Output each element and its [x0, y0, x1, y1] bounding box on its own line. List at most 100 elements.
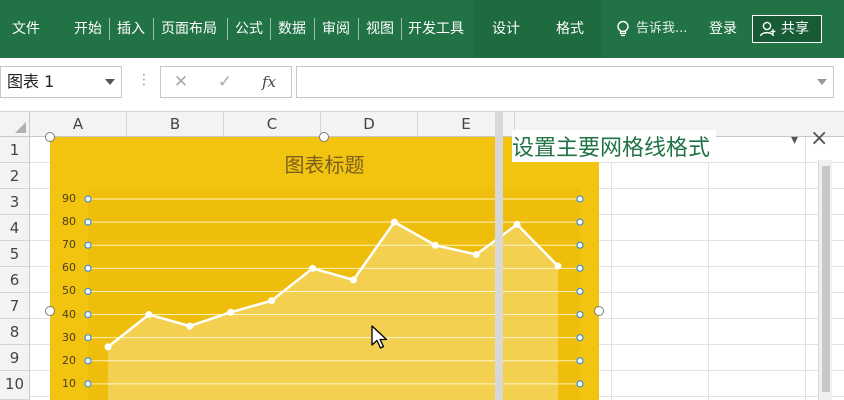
y-tick-label: 70: [62, 238, 76, 252]
gridline-selection-handle: [84, 357, 92, 365]
row-header-10[interactable]: 10: [0, 371, 30, 400]
data-point[interactable]: [186, 322, 194, 330]
gridline-selection-handle: [576, 287, 584, 296]
pane-close-icon[interactable]: ×: [810, 126, 828, 151]
y-tick-label: 40: [62, 307, 76, 321]
scrollbar-thumb[interactable]: [822, 166, 830, 392]
share-button[interactable]: 共享: [752, 15, 822, 43]
data-point[interactable]: [554, 262, 562, 270]
tab-data[interactable]: 数据: [278, 0, 306, 58]
tab-separator: [314, 18, 315, 40]
data-point[interactable]: [145, 311, 153, 319]
tab-insert[interactable]: 插入: [117, 0, 145, 58]
mouse-pointer-icon: [371, 325, 388, 349]
chevron-down-icon[interactable]: [105, 79, 115, 85]
tab-separator: [358, 18, 359, 40]
gridline-selection-handle: [576, 357, 584, 365]
resize-handle-top[interactable]: [319, 132, 329, 142]
gridline-selection-handle: [84, 287, 92, 296]
y-tick-label: 10: [62, 376, 76, 390]
data-point[interactable]: [349, 276, 357, 284]
row-header-2[interactable]: 2: [0, 163, 30, 189]
data-point[interactable]: [472, 250, 480, 258]
tab-page-layout[interactable]: 页面布局: [161, 0, 217, 58]
share-label: 共享: [781, 21, 809, 37]
lightbulb-icon: [617, 20, 629, 37]
gridline-selection-handle: [84, 264, 92, 272]
row-header-7[interactable]: 7: [0, 293, 30, 319]
gridline-selection-handle: [576, 334, 584, 342]
tell-me-search[interactable]: 告诉我...: [614, 0, 696, 58]
tell-me-label: 告诉我...: [636, 21, 688, 36]
cancel-button[interactable]: ✕: [170, 70, 192, 94]
column-header-d[interactable]: D: [321, 112, 418, 137]
resize-handle-right[interactable]: [594, 306, 604, 316]
row-header-3[interactable]: 3: [0, 189, 30, 215]
y-tick-label: 20: [62, 353, 76, 367]
gridline-selection-handle: [576, 310, 584, 319]
tab-separator: [401, 18, 402, 40]
ribbon-tab-bar: 文件 开始 插入 页面布局 公式 数据 审阅 视图 开发工具 设计 格式 告诉我…: [0, 0, 844, 58]
tab-developer[interactable]: 开发工具: [408, 0, 464, 58]
vertical-scrollbar[interactable]: [818, 160, 832, 400]
corner-triangle-icon: [15, 122, 26, 133]
chart-area[interactable]: 图表标题 10 20 30 40 50 60 70 80 90: [50, 137, 599, 400]
tab-view[interactable]: 视图: [366, 0, 394, 58]
expand-formula-icon[interactable]: [817, 79, 827, 85]
data-point[interactable]: [227, 308, 235, 316]
column-header-a[interactable]: A: [30, 112, 127, 137]
select-all-button[interactable]: [0, 112, 30, 137]
column-header-c[interactable]: C: [224, 112, 321, 137]
resize-handle-top-left[interactable]: [45, 132, 55, 142]
data-point[interactable]: [513, 220, 521, 228]
login-link[interactable]: 登录: [709, 0, 737, 58]
tab-home[interactable]: 开始: [74, 0, 102, 58]
data-point[interactable]: [104, 343, 112, 351]
row-header-4[interactable]: 4: [0, 215, 30, 241]
gridline-selection-handle: [576, 241, 584, 249]
pane-splitter[interactable]: [495, 112, 503, 400]
y-tick-label: 90: [62, 192, 76, 205]
row-header-1[interactable]: 1: [0, 137, 30, 163]
y-tick-label: 30: [62, 330, 76, 344]
tab-separator: [109, 18, 110, 40]
name-box[interactable]: 图表 1: [0, 66, 122, 98]
person-add-icon: [759, 21, 776, 37]
gridline-selection-handle: [84, 241, 92, 249]
tab-design[interactable]: 设计: [492, 0, 520, 58]
gridline-selection-handle: [576, 264, 584, 272]
y-tick-label: 80: [62, 215, 76, 229]
tab-review[interactable]: 审阅: [322, 0, 350, 58]
y-tick-label: 60: [62, 261, 76, 275]
data-point[interactable]: [431, 241, 439, 249]
tab-formulas[interactable]: 公式: [235, 0, 263, 58]
gridline-selection-handle: [576, 380, 584, 388]
column-header-b[interactable]: B: [127, 112, 224, 137]
gridline-selection-handle: [84, 380, 92, 388]
tab-file[interactable]: 文件: [12, 0, 40, 58]
formula-bar: 图表 1 ⋮ ✕ ✓ fx: [0, 58, 844, 112]
gridline-selection-handle: [84, 310, 92, 319]
tab-separator: [227, 18, 228, 40]
pane-options-chevron-icon[interactable]: ▾: [791, 132, 798, 148]
y-tick-label: 50: [62, 284, 76, 298]
tab-format[interactable]: 格式: [556, 0, 584, 58]
row-header-9[interactable]: 9: [0, 345, 30, 371]
gridline-selection-handle: [576, 218, 584, 226]
row-header-6[interactable]: 6: [0, 267, 30, 293]
tab-separator: [153, 18, 154, 40]
row-header-8[interactable]: 8: [0, 319, 30, 345]
gridline-selection-handle: [84, 195, 92, 203]
resize-handle-left[interactable]: [45, 306, 55, 316]
gridline-selection-handle: [84, 218, 92, 226]
vertical-dots-icon: ⋮: [137, 72, 151, 88]
row-header-5[interactable]: 5: [0, 241, 30, 267]
data-point[interactable]: [268, 297, 276, 305]
data-point[interactable]: [309, 264, 317, 272]
enter-button[interactable]: ✓: [214, 70, 236, 94]
name-box-value: 图表 1: [7, 72, 55, 91]
tab-separator: [270, 18, 271, 40]
insert-function-button[interactable]: fx: [258, 70, 280, 94]
formula-input[interactable]: [296, 66, 834, 98]
data-point[interactable]: [390, 218, 398, 226]
